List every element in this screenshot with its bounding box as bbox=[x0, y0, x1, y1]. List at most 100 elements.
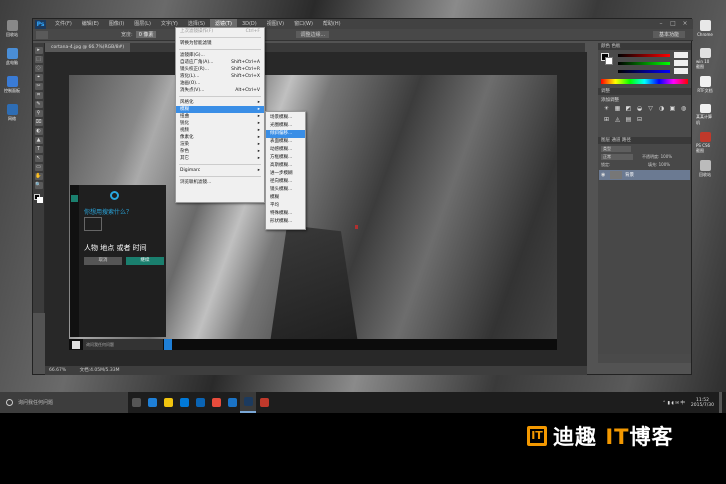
refine-edge-button[interactable]: 调整边缘... bbox=[296, 31, 330, 38]
color-panel-header[interactable]: 颜色 色板 bbox=[598, 43, 691, 50]
menu-0[interactable]: 文件(F) bbox=[50, 19, 77, 29]
tool-icon-11[interactable]: T bbox=[34, 146, 43, 153]
tool-icon-3[interactable]: ⌖ bbox=[34, 74, 43, 81]
options-width-value[interactable]: 0 像素 bbox=[135, 31, 157, 38]
desktop-icon[interactable]: 回收站 bbox=[3, 20, 21, 42]
filter-menu-item[interactable]: Digimarc ▸ bbox=[176, 167, 264, 174]
adjust-icon-3[interactable]: ◒ bbox=[634, 105, 645, 112]
adjust-icon-2[interactable]: ◩ bbox=[623, 105, 634, 112]
cortana-input-box[interactable] bbox=[84, 217, 102, 231]
color-panel-tab[interactable]: 颜色 bbox=[601, 44, 610, 49]
paths-panel-tab[interactable]: 路径 bbox=[622, 138, 631, 143]
tool-preset-picker[interactable] bbox=[36, 30, 48, 39]
layers-panel-tab[interactable]: 图层 bbox=[601, 138, 610, 143]
cortana-cancel-button[interactable]: 取消 bbox=[84, 257, 122, 265]
background-color-swatch[interactable] bbox=[605, 57, 613, 65]
tool-icon-14[interactable]: ✋ bbox=[34, 173, 43, 180]
workspace-select[interactable]: 基本功能 bbox=[652, 31, 685, 38]
channels-panel-tab[interactable]: 通道 bbox=[611, 138, 620, 143]
taskbar-app-store[interactable] bbox=[176, 392, 192, 413]
green-value[interactable] bbox=[674, 60, 688, 66]
tray-icons[interactable]: ⌃ ▮ ◖ ✉ 中 bbox=[662, 400, 685, 406]
blur-menu-item[interactable]: 表面模糊... bbox=[266, 138, 305, 146]
filter-menu-item[interactable]: 扭曲 ▸ bbox=[176, 113, 264, 120]
adjust-icon-10[interactable]: ▤ bbox=[623, 116, 634, 123]
blur-menu-item[interactable]: 径向模糊... bbox=[266, 178, 305, 186]
adjust-icon-6[interactable]: ▣ bbox=[667, 105, 678, 112]
taskbar-app-chrome[interactable] bbox=[208, 392, 224, 413]
blur-menu-item[interactable]: 高斯模糊... bbox=[266, 162, 305, 170]
adjust-icon-8[interactable]: ⊞ bbox=[601, 116, 612, 123]
cortana-home-icon[interactable] bbox=[71, 195, 78, 202]
menu-8[interactable]: 视图(V) bbox=[262, 19, 289, 29]
tool-icon-10[interactable]: ▲ bbox=[34, 137, 43, 144]
taskbar-app-edge[interactable] bbox=[144, 392, 160, 413]
tool-icon-13[interactable]: ▭ bbox=[34, 164, 43, 171]
document-tab[interactable]: cortana-4.jpg @ 66.7%(RGB/8#) bbox=[45, 43, 131, 52]
desktop-icon[interactable]: 某某计算机 bbox=[696, 104, 714, 126]
filter-menu-item[interactable]: 自适应广角(A)... Shift+Ctrl+A bbox=[176, 59, 264, 66]
desktop-icon[interactable]: 回收站 bbox=[696, 160, 714, 182]
tool-icon-15[interactable]: 🔍 bbox=[34, 182, 43, 189]
status-zoom[interactable]: 66.67% bbox=[49, 368, 66, 373]
filter-menu-item[interactable]: 风格化 ▸ bbox=[176, 99, 264, 106]
cortana-continue-button[interactable]: 继续 bbox=[126, 257, 164, 265]
filter-menu-item[interactable]: 滤镜库(G)... bbox=[176, 52, 264, 59]
filter-menu-item[interactable]: 油画(O)... bbox=[176, 80, 264, 87]
blur-menu-item[interactable]: 光圈模糊... bbox=[266, 122, 305, 130]
filter-menu-item[interactable]: 其它 ▸ bbox=[176, 155, 264, 162]
blur-menu-item[interactable]: 形状模糊... bbox=[266, 218, 305, 226]
fill-field[interactable]: 填充: 100% bbox=[648, 162, 670, 168]
blur-menu-item[interactable]: 进一步模糊 bbox=[266, 170, 305, 178]
desktop-icon[interactable]: PS CS6 截图 bbox=[696, 132, 714, 154]
desktop-icon[interactable]: 控制面板 bbox=[3, 76, 21, 98]
filter-menu-item[interactable]: 模糊 ▸ bbox=[176, 106, 264, 113]
blur-menu-item[interactable]: 镜头模糊... bbox=[266, 186, 305, 194]
adjust-icon-4[interactable]: ▽ bbox=[645, 105, 656, 112]
filter-menu-item[interactable]: 转换为智能滤镜 bbox=[176, 40, 264, 47]
tool-icon-8[interactable]: ⌧ bbox=[34, 119, 43, 126]
tool-icon-6[interactable]: ✎ bbox=[34, 101, 43, 108]
adjust-icon-7[interactable]: ◍ bbox=[678, 105, 689, 112]
tool-icon-5[interactable]: ⌗ bbox=[34, 92, 43, 99]
filter-menu-item[interactable]: 像素化 ▸ bbox=[176, 134, 264, 141]
taskbar-app-explorer[interactable] bbox=[160, 392, 176, 413]
fg-bg-color-icon[interactable] bbox=[33, 194, 44, 204]
menu-9[interactable]: 窗口(W) bbox=[289, 19, 318, 29]
filter-menu-item[interactable]: 上次滤镜操作(F) Ctrl+F bbox=[176, 28, 264, 35]
color-ramp[interactable] bbox=[601, 79, 688, 84]
adjust-icon-1[interactable]: ▦ bbox=[612, 105, 623, 112]
taskbar-app-photoshop[interactable] bbox=[240, 392, 256, 413]
eye-icon[interactable]: ◉ bbox=[601, 172, 607, 178]
tool-icon-0[interactable]: ▸ bbox=[34, 47, 43, 54]
document-image[interactable]: 你想用搜索什么？ 人物 地点 或者 时间 取消 继续 询问我任何问题 bbox=[69, 75, 557, 350]
filter-menu-item[interactable]: 锐化 ▸ bbox=[176, 120, 264, 127]
show-desktop-button[interactable] bbox=[719, 392, 722, 413]
green-slider[interactable] bbox=[618, 62, 670, 65]
blur-menu-item[interactable]: 动感模糊... bbox=[266, 146, 305, 154]
filter-menu-item[interactable]: 渲染 ▸ bbox=[176, 141, 264, 148]
blur-menu-item[interactable]: 特殊模糊... bbox=[266, 210, 305, 218]
adjust-icon-11[interactable]: ⊟ bbox=[634, 116, 645, 123]
taskbar-app-mail[interactable] bbox=[192, 392, 208, 413]
filter-menu-item[interactable]: 视频 ▸ bbox=[176, 127, 264, 134]
maximize-icon[interactable]: □ bbox=[667, 19, 679, 29]
adjust-panel-tab[interactable]: 调整 bbox=[601, 89, 610, 94]
taskbar-search[interactable]: 询问我任何问题 bbox=[0, 392, 128, 413]
filter-menu-item[interactable]: 浏览联机滤镜... bbox=[176, 179, 264, 186]
filter-menu-item[interactable]: 杂色 ▸ bbox=[176, 148, 264, 155]
layers-panel-header[interactable]: 图层 通道 路径 bbox=[598, 137, 691, 144]
blue-slider[interactable] bbox=[618, 70, 670, 73]
blue-value[interactable] bbox=[674, 68, 688, 74]
adjust-icon-5[interactable]: ◑ bbox=[656, 105, 667, 112]
tool-icon-4[interactable]: ✂ bbox=[34, 83, 43, 90]
canvas-area[interactable]: 你想用搜索什么？ 人物 地点 或者 时间 取消 继续 询问我任何问题 bbox=[45, 52, 587, 366]
tool-icon-2[interactable]: ◌ bbox=[34, 65, 43, 72]
red-value[interactable] bbox=[674, 52, 688, 58]
menu-2[interactable]: 图像(I) bbox=[104, 19, 129, 29]
desktop-icon[interactable]: Chrome bbox=[696, 20, 714, 42]
filter-menu-item[interactable]: 镜头校正(R)... Shift+Ctrl+R bbox=[176, 66, 264, 73]
taskbar-app-task-view[interactable] bbox=[128, 392, 144, 413]
tool-icon-9[interactable]: ◐ bbox=[34, 128, 43, 135]
blend-mode-select[interactable]: 正常 bbox=[601, 154, 633, 160]
